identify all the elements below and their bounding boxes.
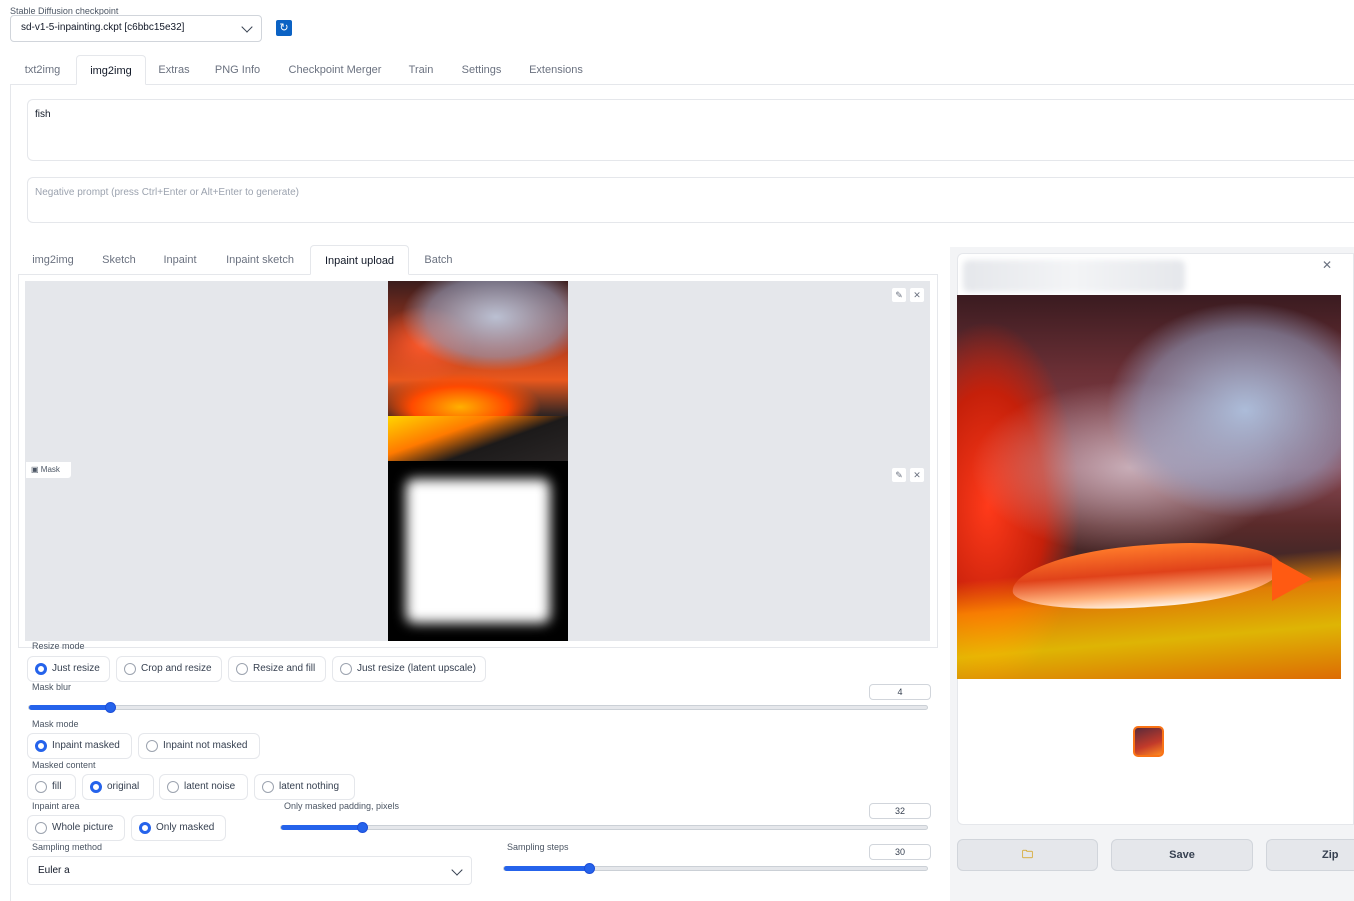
top-tabs: txt2img img2img Extras PNG Info Checkpoi… <box>10 55 1354 85</box>
chevron-down-icon <box>451 864 463 876</box>
negative-prompt-input[interactable]: Negative prompt (press Ctrl+Enter or Alt… <box>27 177 1354 223</box>
radio-just-resize-latent[interactable]: Just resize (latent upscale) <box>332 656 486 682</box>
save-button[interactable]: Save <box>1111 839 1253 871</box>
radio-resize-and-fill[interactable]: Resize and fill <box>228 656 326 682</box>
sampling-steps-input[interactable]: 30 <box>869 844 931 860</box>
radio-just-resize[interactable]: Just resize <box>27 656 110 682</box>
sampling-method-select[interactable]: Euler a <box>27 856 472 885</box>
padding-input[interactable]: 32 <box>869 803 931 819</box>
close-icon[interactable]: ✕ <box>909 467 925 483</box>
tab-img2img-mode[interactable]: img2img <box>22 245 84 275</box>
image-icon: ▣ <box>31 465 41 474</box>
tab-batch[interactable]: Batch <box>416 245 461 275</box>
mask-blur-slider[interactable] <box>28 702 928 713</box>
tab-txt2img[interactable]: txt2img <box>14 55 71 85</box>
edit-icon[interactable]: ✎ <box>891 467 907 483</box>
tab-extensions[interactable]: Extensions <box>521 55 591 85</box>
refresh-icon[interactable]: ↻ <box>276 20 292 36</box>
padding-slider[interactable] <box>280 822 928 833</box>
radio-latent-nothing[interactable]: latent nothing <box>254 774 355 800</box>
checkpoint-value: sd-v1-5-inpainting.ckpt [c6bbc15e32] <box>21 22 185 33</box>
output-thumbnail[interactable] <box>1133 726 1164 757</box>
tab-settings[interactable]: Settings <box>453 55 510 85</box>
mask-mode-label: Mask mode <box>32 719 79 729</box>
radio-inpaint-not-masked[interactable]: Inpaint not masked <box>138 733 260 759</box>
sampling-steps-label: Sampling steps <box>507 842 569 852</box>
slider-fill <box>281 825 362 830</box>
blurred-label <box>963 260 1185 292</box>
slider-thumb[interactable] <box>356 822 368 833</box>
output-image[interactable] <box>957 295 1341 679</box>
zip-button[interactable]: Zip <box>1266 839 1354 871</box>
sampling-steps-slider[interactable] <box>503 863 928 874</box>
radio-latent-noise[interactable]: latent noise <box>159 774 248 800</box>
radio-fill[interactable]: fill <box>27 774 76 800</box>
radio-only-masked[interactable]: Only masked <box>131 815 226 841</box>
radio-original[interactable]: original <box>82 774 154 800</box>
masked-content-label: Masked content <box>32 760 96 770</box>
folder-icon: 🗀 <box>1022 849 1033 861</box>
open-folder-button[interactable]: 🗀 <box>957 839 1098 871</box>
source-image <box>388 281 568 461</box>
tab-checkpoint-merger[interactable]: Checkpoint Merger <box>280 55 390 85</box>
tab-img2img[interactable]: img2img <box>76 55 146 85</box>
sampling-method-label: Sampling method <box>32 842 103 852</box>
radio-crop-and-resize[interactable]: Crop and resize <box>116 656 222 682</box>
sampling-method-value: Euler a <box>38 865 70 876</box>
tab-extras[interactable]: Extras <box>150 55 198 85</box>
checkpoint-select[interactable]: sd-v1-5-inpainting.ckpt [c6bbc15e32] <box>10 15 262 42</box>
mask-blur-label: Mask blur <box>32 682 72 692</box>
tab-inpaint[interactable]: Inpaint <box>155 245 205 275</box>
resize-mode-label: Resize mode <box>32 641 85 651</box>
tab-png-info[interactable]: PNG Info <box>206 55 269 85</box>
tab-inpaint-upload[interactable]: Inpaint upload <box>310 245 409 275</box>
inpaint-area-label: Inpaint area <box>32 801 80 811</box>
padding-label: Only masked padding, pixels <box>284 801 400 811</box>
radio-whole-picture[interactable]: Whole picture <box>27 815 125 841</box>
slider-thumb[interactable] <box>104 702 116 713</box>
slider-fill <box>504 866 589 871</box>
edit-icon[interactable]: ✎ <box>891 287 907 303</box>
mask-label: ▣ Mask <box>25 461 72 479</box>
chevron-down-icon <box>241 21 253 33</box>
mask-image <box>388 461 568 641</box>
mask-blur-input[interactable]: 4 <box>869 684 931 700</box>
mode-tabs: img2img Sketch Inpaint Inpaint sketch In… <box>18 245 938 275</box>
tab-train[interactable]: Train <box>400 55 442 85</box>
close-icon[interactable]: ✕ <box>909 287 925 303</box>
tab-inpaint-sketch[interactable]: Inpaint sketch <box>216 245 304 275</box>
prompt-input[interactable]: fish <box>27 99 1354 161</box>
slider-thumb[interactable] <box>583 863 595 874</box>
radio-inpaint-masked[interactable]: Inpaint masked <box>27 733 132 759</box>
tab-sketch[interactable]: Sketch <box>94 245 144 275</box>
close-icon[interactable]: ✕ <box>1320 258 1334 272</box>
slider-fill <box>29 705 110 710</box>
